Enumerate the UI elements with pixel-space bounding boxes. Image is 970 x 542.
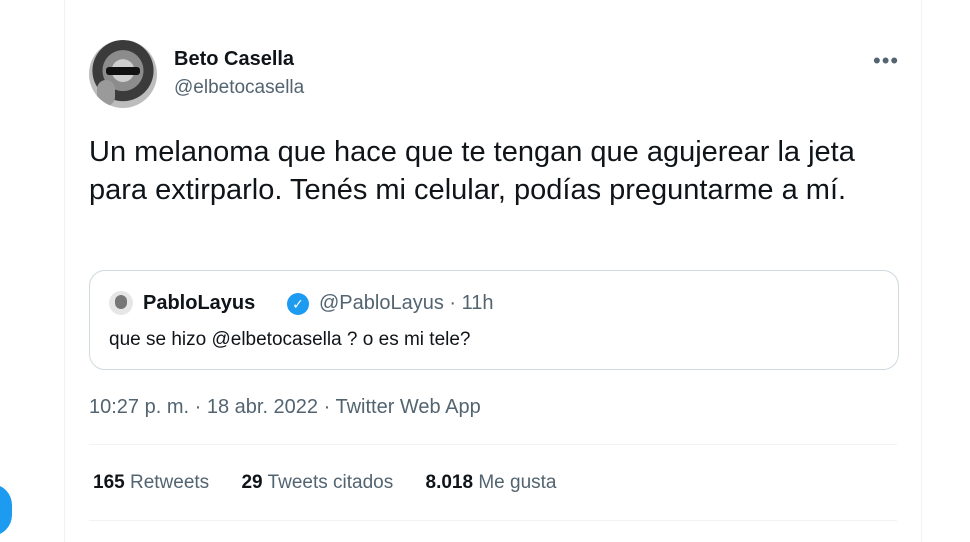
likes-label: Me gusta [478,472,557,493]
likes-stat[interactable]: 8.018 Me gusta [426,472,557,494]
compose-tweet-button[interactable] [0,484,12,536]
quoted-text: que se hizo @elbetocasella ? o es mi tel… [109,329,471,350]
quoted-tweet[interactable]: PabloLayus ✓ @PabloLayus · 11h que se hi… [89,270,899,370]
tweet-timestamp[interactable]: 10:27 p. m. · 18 abr. 2022 · Twitter Web… [89,396,481,419]
retweets-count: 165 [93,472,125,493]
quoted-avatar-face [115,295,127,309]
tweet-actions-bar [89,530,897,542]
author-avatar[interactable] [89,40,157,108]
quotes-count: 29 [241,472,263,493]
divider [89,444,897,445]
quoted-avatar[interactable] [109,291,133,315]
tweet-stats: 165 Retweets 29 Tweets citados 8.018 Me … [93,472,583,494]
tweet-text: Un melanoma que hace que te tengan que a… [89,136,855,206]
author-handle[interactable]: @elbetocasella [174,77,304,99]
author-name[interactable]: Beto Casella [174,48,294,71]
right-column [921,0,970,542]
more-horizontal-icon[interactable]: ••• [873,48,899,74]
quotes-stat[interactable]: 29 Tweets citados [241,472,393,494]
tweet-detail: Beto Casella @elbetocasella ••• Un melan… [65,0,922,542]
quotes-label: Tweets citados [267,472,394,493]
likes-count: 8.018 [425,472,474,493]
verified-badge-icon: ✓ [287,293,309,315]
avatar-glasses [106,67,140,75]
divider [89,520,897,521]
left-column [0,0,65,542]
avatar-hand [97,80,115,106]
quoted-meta: @PabloLayus · 11h [319,292,494,314]
retweets-stat[interactable]: 165 Retweets [93,472,209,494]
retweets-label: Retweets [129,472,210,493]
quoted-author-name[interactable]: PabloLayus [143,292,255,315]
